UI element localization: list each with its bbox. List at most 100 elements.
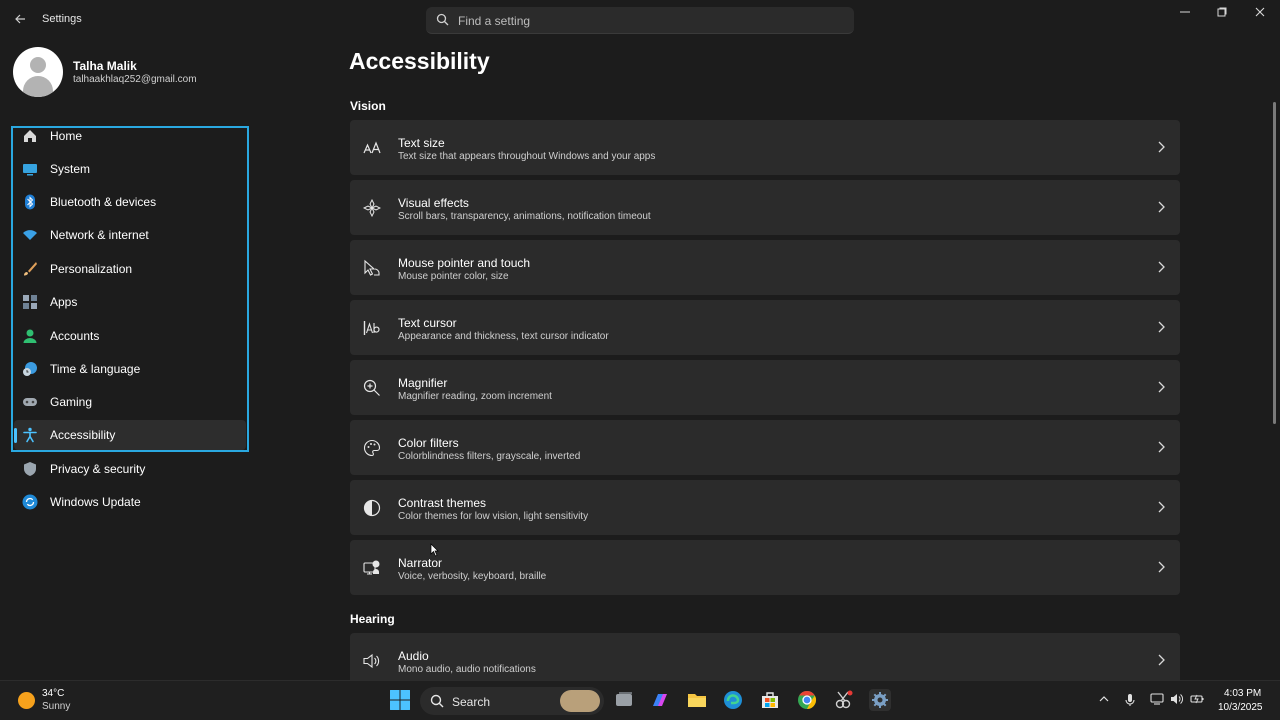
copilot-icon[interactable] (649, 689, 671, 711)
content-scrollbar[interactable] (1273, 102, 1276, 424)
taskbar-search-label: Search (452, 695, 491, 709)
clock-time[interactable]: 4:03 PM (1224, 688, 1261, 699)
page-title: Accessibility (349, 48, 490, 74)
setting-card-subtitle: Mono audio, audio notifications (398, 664, 536, 675)
file-explorer-icon[interactable] (686, 689, 708, 711)
setting-card-subtitle: Voice, verbosity, keyboard, braille (398, 571, 547, 582)
sidebar-item-bluetooth[interactable]: Bluetooth & devices (14, 187, 246, 217)
minimize-button[interactable] (1170, 5, 1200, 21)
setting-card-text-size[interactable]: Text size Text size that appears through… (350, 120, 1180, 175)
clock-date[interactable]: 10/3/2025 (1218, 702, 1263, 713)
visual-effects-icon (363, 199, 381, 217)
setting-card-title: Visual effects (398, 196, 469, 210)
search-icon (430, 694, 444, 708)
setting-card-mouse-pointer[interactable]: Mouse pointer and touch Mouse pointer co… (350, 240, 1180, 295)
setting-card-subtitle: Colorblindness filters, grayscale, inver… (398, 451, 581, 462)
sidebar-item-accounts[interactable]: Accounts (14, 321, 246, 351)
title-bar: Settings (0, 0, 1280, 40)
sidebar-item-label: Home (50, 129, 83, 143)
sidebar-item-label: Privacy & security (50, 462, 146, 476)
narrator-icon (363, 559, 381, 577)
edge-browser-icon[interactable] (722, 689, 744, 711)
sidebar-item-home[interactable]: Home (14, 121, 246, 151)
weather-condition[interactable]: Sunny (42, 701, 70, 712)
globe-clock-icon (23, 362, 37, 376)
setting-card-subtitle: Scroll bars, transparency, animations, n… (398, 211, 651, 222)
battery-icon[interactable] (1190, 693, 1204, 707)
windows-start-icon[interactable] (389, 689, 411, 711)
setting-card-text-cursor[interactable]: Text cursor Appearance and thickness, te… (350, 300, 1180, 355)
setting-card-audio[interactable]: Audio Mono audio, audio notifications (350, 633, 1180, 680)
sidebar-item-accessibility[interactable]: Accessibility (14, 420, 246, 450)
sidebar-item-label: Network & internet (50, 228, 149, 242)
sidebar-item-apps[interactable]: Apps (14, 287, 246, 317)
sidebar-item-personalization[interactable]: Personalization (14, 254, 246, 284)
update-icon (22, 494, 38, 510)
sidebar-item-label: Accounts (50, 329, 100, 343)
microsoft-store-icon[interactable] (759, 689, 781, 711)
sidebar-item-label: System (50, 162, 91, 176)
text-size-icon (363, 139, 381, 157)
minimize-icon (1180, 11, 1190, 13)
color-filters-icon (363, 439, 381, 457)
setting-card-magnifier[interactable]: Magnifier Magnifier reading, zoom increm… (350, 360, 1180, 415)
sidebar-item-privacy[interactable]: Privacy & security (14, 454, 246, 484)
chevron-right-icon (1158, 201, 1165, 213)
chrome-icon[interactable] (796, 689, 818, 711)
mouse-cursor-icon (430, 543, 439, 557)
shield-icon (24, 462, 36, 476)
setting-card-title: Color filters (398, 436, 459, 450)
setting-card-narrator[interactable]: Narrator Voice, verbosity, keyboard, bra… (350, 540, 1180, 595)
accessibility-icon (23, 427, 37, 443)
sun-icon[interactable] (18, 692, 35, 709)
setting-card-subtitle: Appearance and thickness, text cursor in… (398, 331, 609, 342)
magnifier-icon (363, 379, 381, 397)
search-highlight-image (560, 690, 600, 712)
chevron-right-icon (1158, 321, 1165, 333)
network-icon[interactable] (1150, 693, 1164, 707)
section-title-vision: Vision (350, 99, 386, 113)
section-title-hearing: Hearing (350, 612, 395, 626)
setting-card-subtitle: Mouse pointer color, size (398, 271, 509, 282)
setting-card-visual-effects[interactable]: Visual effects Scroll bars, transparency… (350, 180, 1180, 235)
sidebar-item-time-language[interactable]: Time & language (14, 354, 246, 384)
apps-icon (23, 295, 37, 309)
contrast-icon (363, 499, 381, 517)
back-button[interactable] (12, 12, 28, 28)
sidebar-item-label: Personalization (50, 262, 133, 276)
volume-icon[interactable] (1170, 693, 1184, 707)
setting-card-title: Narrator (398, 556, 443, 570)
sidebar-item-gaming[interactable]: Gaming (14, 387, 246, 417)
sidebar-item-label: Time & language (50, 362, 141, 376)
sidebar-item-windows-update[interactable]: Windows Update (14, 487, 246, 517)
setting-card-color-filters[interactable]: Color filters Colorblindness filters, gr… (350, 420, 1180, 475)
chevron-right-icon (1158, 654, 1165, 666)
snipping-tool-icon[interactable] (832, 689, 854, 711)
setting-card-title: Mouse pointer and touch (398, 256, 531, 270)
mouse-pointer-icon (363, 259, 381, 277)
taskbar-search[interactable]: Search (420, 687, 604, 715)
close-button[interactable] (1245, 5, 1275, 21)
sidebar-item-system[interactable]: System (14, 154, 246, 184)
wifi-icon (23, 230, 37, 240)
microphone-icon[interactable] (1123, 693, 1137, 707)
task-view-icon[interactable] (613, 689, 635, 711)
setting-card-title: Contrast themes (398, 496, 487, 510)
setting-card-title: Text cursor (398, 316, 457, 330)
close-icon (1255, 7, 1265, 17)
maximize-button[interactable] (1207, 5, 1237, 21)
chevron-right-icon (1158, 141, 1165, 153)
settings-search-box[interactable] (426, 7, 854, 34)
sidebar-item-network[interactable]: Network & internet (14, 220, 246, 250)
sidebar-item-label: Accessibility (50, 428, 116, 442)
avatar (13, 47, 63, 97)
weather-temperature[interactable]: 34°C (42, 688, 64, 699)
brush-icon (24, 262, 37, 276)
setting-card-subtitle: Magnifier reading, zoom increment (398, 391, 552, 402)
chevron-up-icon[interactable] (1097, 693, 1111, 707)
chevron-right-icon (1158, 441, 1165, 453)
home-icon (24, 130, 36, 142)
setting-card-contrast-themes[interactable]: Contrast themes Color themes for low vis… (350, 480, 1180, 535)
settings-gear-icon[interactable] (869, 689, 891, 711)
settings-search-input[interactable] (458, 11, 838, 30)
